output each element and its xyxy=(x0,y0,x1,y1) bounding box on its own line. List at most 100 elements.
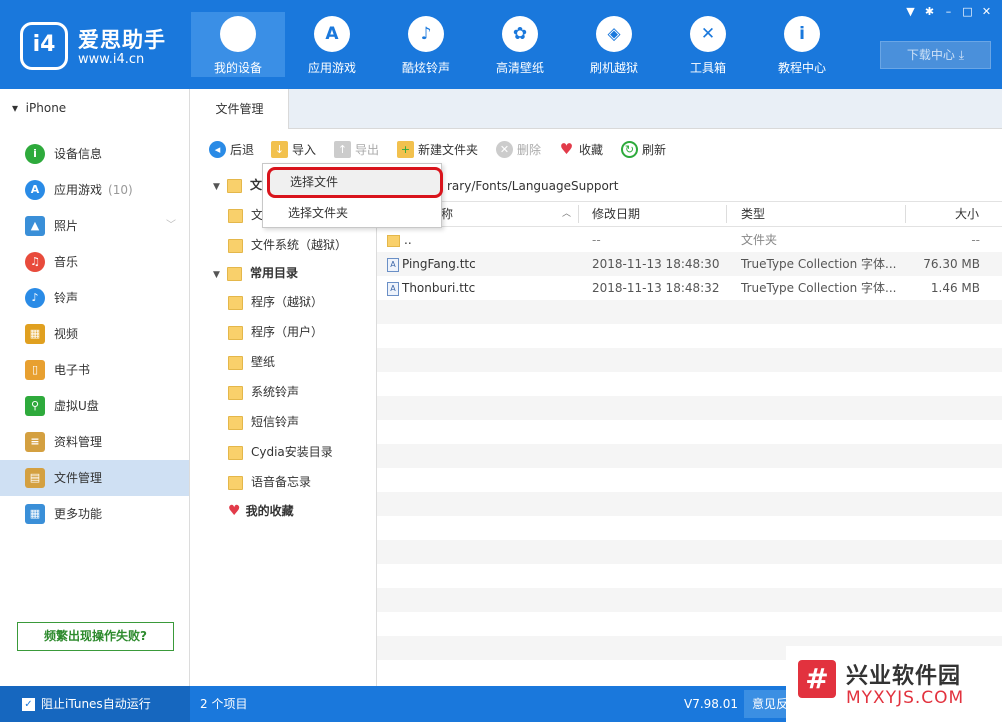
device-selector[interactable]: ▾ iPhone xyxy=(12,101,66,115)
refresh-icon: ↻ xyxy=(621,141,638,158)
folder-icon xyxy=(228,325,243,340)
column-size[interactable]: 大小 xyxy=(955,202,979,226)
nav-toolbox[interactable]: ✕ 工具箱 xyxy=(661,12,755,77)
sidebar-item-file-manage[interactable]: ▤ 文件管理 xyxy=(0,460,189,496)
column-date[interactable]: 修改日期 xyxy=(592,202,640,226)
export-button[interactable]: ↑ 导出 xyxy=(334,141,379,159)
import-button[interactable]: ↓ 导入 xyxy=(271,141,316,159)
column-label: 修改日期 xyxy=(592,207,641,221)
maximize-icon[interactable]: □ xyxy=(958,4,977,20)
nav-ringtones[interactable]: ♪ 酷炫铃声 xyxy=(379,12,473,77)
sidebar: ▾ iPhone i 设备信息 A 应用游戏 (10) ▲ 照片 ﹀ ♫ 音乐 ♪ 铃声 ▦ 视… xyxy=(0,89,190,686)
tree-node-child[interactable]: 文 xyxy=(228,202,263,228)
watermark-title: 兴业软件园 xyxy=(846,664,962,689)
column-type[interactable]: 类型 xyxy=(741,202,765,226)
column-label: 称 xyxy=(441,207,454,221)
tree-node-root[interactable]: ▼ 文 xyxy=(213,172,262,198)
info-icon: i xyxy=(784,16,820,52)
nav-apps-games[interactable]: A 应用游戏 xyxy=(285,12,379,77)
sidebar-item-videos[interactable]: ▦ 视频 xyxy=(0,316,189,352)
delete-button[interactable]: ✕ 删除 xyxy=(496,141,541,159)
tab-file-manage[interactable]: 文件管理 xyxy=(191,89,289,129)
column-divider[interactable] xyxy=(578,205,579,223)
refresh-button[interactable]: ↻ 刷新 xyxy=(621,141,666,159)
download-icon: ⤓ xyxy=(958,48,965,62)
brand-name: 爱思助手 xyxy=(78,28,166,52)
sidebar-item-ebooks[interactable]: ▯ 电子书 xyxy=(0,352,189,388)
column-name[interactable]: 称 xyxy=(441,202,453,226)
photo-icon: ▲ xyxy=(25,216,45,236)
new-folder-button[interactable]: + 新建文件夹 xyxy=(397,141,478,159)
appstore-icon: A xyxy=(25,180,45,200)
checkbox-checked-icon[interactable]: ✓ xyxy=(22,698,35,711)
file-size: -- xyxy=(971,233,980,247)
tree-node-common[interactable]: ▼ 常用目录 xyxy=(213,260,298,286)
sidebar-item-data-manage[interactable]: ≡ 资料管理 xyxy=(0,424,189,460)
import-icon: ↓ xyxy=(271,141,288,158)
sidebar-item-music[interactable]: ♫ 音乐 xyxy=(0,244,189,280)
nav-wallpapers[interactable]: ✿ 高清壁纸 xyxy=(473,12,567,77)
tree-label: 程序（用户） xyxy=(251,325,324,339)
sidebar-item-device-info[interactable]: i 设备信息 xyxy=(0,136,189,172)
tree-node-sms-ringtones[interactable]: 短信铃声 xyxy=(228,409,299,435)
file-table-header: 称 ︿ 修改日期 类型 大小 xyxy=(377,201,1002,227)
tree-label: 壁纸 xyxy=(251,355,276,369)
tree-label: 程序（越狱） xyxy=(251,295,324,309)
download-center-button[interactable]: 下载中心 ⤓ xyxy=(880,41,991,69)
tree-node-apps-user[interactable]: 程序（用户） xyxy=(228,319,323,345)
tree-node-favorites[interactable]: ♥ 我的收藏 xyxy=(228,498,294,524)
block-itunes-toggle[interactable]: ✓ 阻止iTunes自动运行 xyxy=(0,686,190,722)
back-button[interactable]: ◂ 后退 xyxy=(209,141,254,159)
download-center-label: 下载中心 xyxy=(906,48,955,62)
sidebar-item-label: 资料管理 xyxy=(54,435,103,449)
nav-my-device[interactable]: 我的设备 xyxy=(191,12,285,77)
frequent-failure-button[interactable]: 频繁出现操作失败? xyxy=(17,622,174,651)
tree-node-cydia[interactable]: Cydia安装目录 xyxy=(228,439,333,465)
nav-label: 应用游戏 xyxy=(307,61,356,75)
sidebar-item-label: 照片 xyxy=(54,219,79,233)
nav-label: 教程中心 xyxy=(777,61,826,75)
favorite-button[interactable]: ♥ 收藏 xyxy=(558,141,603,159)
skin-icon[interactable]: ▼ xyxy=(901,4,920,20)
folder-icon xyxy=(228,355,243,370)
close-icon[interactable]: ✕ xyxy=(977,4,996,20)
sidebar-item-ringtones[interactable]: ♪ 铃声 xyxy=(0,280,189,316)
sidebar-item-photos[interactable]: ▲ 照片 ﹀ xyxy=(0,208,189,244)
file-name: Thonburi.ttc xyxy=(402,281,476,295)
nav-tutorials[interactable]: i 教程中心 xyxy=(755,12,849,77)
import-dropdown-menu: 选择文件 选择文件夹 xyxy=(262,163,443,228)
table-row[interactable]: A PingFang.ttc 2018-11-13 18:48:30 TrueTy… xyxy=(377,252,1002,276)
tree-node-wallpaper[interactable]: 壁纸 xyxy=(228,349,275,375)
files-icon: ▤ xyxy=(25,468,45,488)
tree-label: 我的收藏 xyxy=(245,504,294,518)
settings-icon[interactable]: ✱ xyxy=(920,4,939,20)
tools-icon: ✕ xyxy=(690,16,726,52)
folder-icon xyxy=(228,385,243,400)
usb-icon: ⚲ xyxy=(25,396,45,416)
menu-item-select-file[interactable]: 选择文件 xyxy=(267,167,443,198)
tree-label: 常用目录 xyxy=(250,266,299,280)
tree-node-voice-memos[interactable]: 语音备忘录 xyxy=(228,469,311,495)
tree-node-system-ringtones[interactable]: 系统铃声 xyxy=(228,379,299,405)
column-divider[interactable] xyxy=(905,205,906,223)
path-bar[interactable]: rary/Fonts/LanguageSupport xyxy=(377,172,1002,200)
back-arrow-icon: ◂ xyxy=(209,141,226,158)
current-path: rary/Fonts/LanguageSupport xyxy=(447,179,619,193)
sidebar-item-apps[interactable]: A 应用游戏 (10) xyxy=(0,172,189,208)
minimize-icon[interactable]: – xyxy=(939,4,958,20)
tree-node-filesystem-jb[interactable]: 文件系统（越狱） xyxy=(228,232,347,258)
export-label: 导出 xyxy=(355,143,380,157)
version-label: V7.98.01 xyxy=(684,697,739,711)
folder-icon xyxy=(228,475,243,490)
watermark: # 兴业软件园 MYXYJS.COM xyxy=(786,646,1002,722)
sidebar-item-label: 音乐 xyxy=(54,255,79,269)
table-row[interactable]: .. -- 文件夹 -- xyxy=(377,228,1002,252)
tree-node-apps-jb[interactable]: 程序（越狱） xyxy=(228,289,323,315)
sidebar-item-virtual-usb[interactable]: ⚲ 虚拟U盘 xyxy=(0,388,189,424)
column-divider[interactable] xyxy=(726,205,727,223)
sidebar-item-more[interactable]: ▦ 更多功能 xyxy=(0,496,189,532)
menu-item-select-folder[interactable]: 选择文件夹 xyxy=(263,199,441,227)
nav-flash-jailbreak[interactable]: ◈ 刷机越狱 xyxy=(567,12,661,77)
table-row[interactable]: A Thonburi.ttc 2018-11-13 18:48:32 TrueTy… xyxy=(377,276,1002,300)
column-label: 类型 xyxy=(741,207,766,221)
